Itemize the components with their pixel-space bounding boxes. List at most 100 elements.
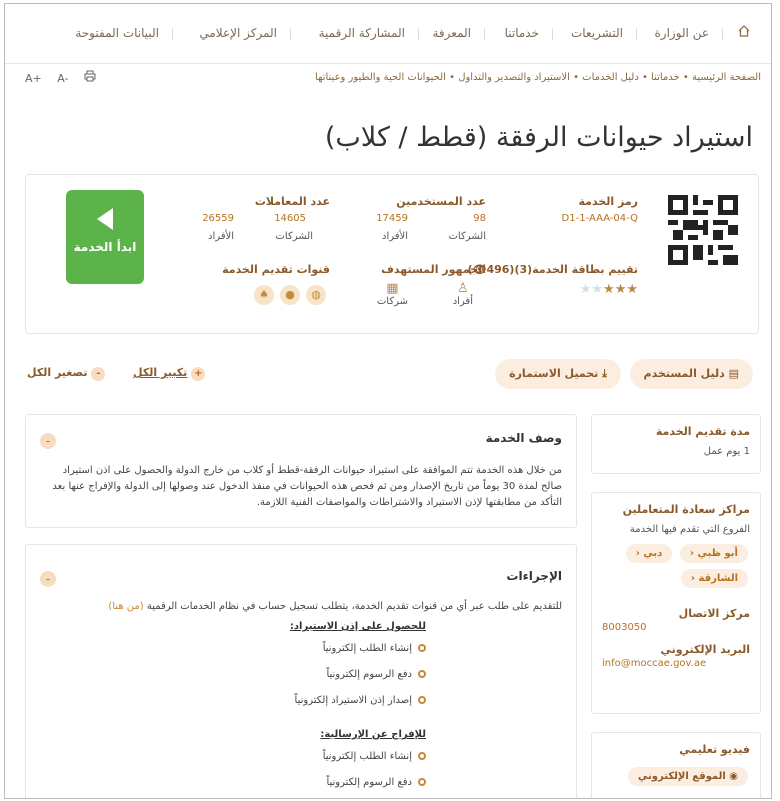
- trans-individuals-label: الأفراد: [207, 231, 234, 242]
- users-companies-label: الشركات: [448, 231, 487, 242]
- audience-companies: ▦ شركات: [376, 281, 408, 307]
- website-link[interactable]: ◉ الموقع الإلكتروني: [627, 767, 748, 786]
- breadcrumb-service-guide[interactable]: دليل الخدمات: [582, 72, 639, 83]
- rating-stars: ★★★★★: [580, 282, 638, 297]
- page-frame: عن الوزارة التشريعات خدماتنا المعرفة الم…: [4, 3, 772, 799]
- email-value[interactable]: info@moccae.gov.ae: [602, 658, 750, 669]
- procedures-title: الإجراءات: [506, 569, 562, 583]
- breadcrumb-home[interactable]: الصفحة الرئيسية: [692, 72, 761, 83]
- trans-individuals-value: 26559: [202, 213, 234, 224]
- start-service-button[interactable]: ابدأ الخدمة: [66, 190, 144, 284]
- collapse-all-button[interactable]: -تصغير الكل: [27, 366, 106, 381]
- branches-list: أبو ظبي ‹ دبي ‹ الشارقة ‹: [602, 541, 750, 591]
- channels-label: قنوات تقديم الخدمة: [222, 263, 330, 276]
- font-increase-button[interactable]: A+: [25, 72, 42, 85]
- release-heading: للإفراج عن الإرسالية:: [320, 729, 426, 740]
- text-tools: A+ A-: [25, 70, 108, 85]
- plus-icon: +: [191, 367, 206, 381]
- service-code-label: رمز الخدمة: [578, 195, 638, 208]
- globe-icon[interactable]: ◍: [306, 285, 326, 305]
- audience-individuals: ♙ أفراد: [452, 281, 473, 307]
- bullet-icon: [418, 778, 426, 786]
- video-box: فيديو تعليمي ◉ الموقع الإلكتروني: [591, 732, 761, 798]
- star-empty-icon: ★: [579, 282, 592, 297]
- nav-services[interactable]: خدماتنا: [505, 26, 539, 40]
- qr-code: [668, 195, 738, 265]
- android-icon[interactable]: ♠: [254, 285, 274, 305]
- customer-centers-box: مراكز سعادة المتعاملين الفروع التي تقدم …: [591, 492, 761, 714]
- procedures-panel: الإجراءات - للتقديم على طلب عبر أي من قن…: [25, 544, 577, 798]
- procedures-intro: للتقديم على طلب عبر أي من قنوات تقديم ال…: [108, 601, 562, 612]
- apple-icon[interactable]: ●: [280, 285, 300, 305]
- channels-list: ◍ ● ♠: [248, 285, 326, 305]
- download-form-button[interactable]: ⤓ تحميل الاستمارة: [495, 359, 621, 389]
- trans-companies-value: 14605: [274, 213, 306, 224]
- nav-legislation[interactable]: التشريعات: [571, 26, 623, 40]
- nav-media-center[interactable]: المركز الإعلامي: [199, 26, 277, 40]
- collapse-icon[interactable]: -: [40, 433, 56, 449]
- contact-center-value[interactable]: 8003050: [602, 622, 750, 633]
- list-item: إصدار إذن الاستيراد إلكترونياً: [295, 695, 426, 706]
- bullet-icon: [418, 670, 426, 678]
- nav-knowledge[interactable]: المعرفة: [432, 26, 471, 40]
- nav-open-data[interactable]: البيانات المفتوحة: [75, 26, 159, 40]
- person-icon: ♙: [457, 281, 469, 296]
- users-count-label: عدد المستخدمين: [396, 195, 486, 208]
- email-title: البريد الإلكتروني: [660, 643, 750, 656]
- star-icon: ★: [614, 282, 627, 297]
- breadcrumb: الصفحة الرئيسية • خدماتنا • دليل الخدمات…: [315, 72, 761, 83]
- breadcrumb-live-animals[interactable]: الحيوانات الحية والطيور وعيناتها: [315, 72, 446, 83]
- top-nav: عن الوزارة التشريعات خدماتنا المعرفة الم…: [5, 4, 771, 64]
- description-panel: وصف الخدمة - من خلال هذه الخدمة تتم المو…: [25, 414, 577, 528]
- service-info-card: رمز الخدمة D1-1-AAA-04-Q تقييم بطاقة الخ…: [25, 174, 759, 334]
- branch-dubai[interactable]: دبي ‹: [625, 544, 673, 563]
- duration-title: مدة تقديم الخدمة: [655, 425, 750, 438]
- breadcrumb-services[interactable]: خدماتنا: [651, 72, 680, 83]
- home-icon[interactable]: [737, 24, 751, 41]
- contact-center-title: مركز الاتصال: [678, 607, 750, 620]
- trans-companies-label: الشركات: [275, 231, 314, 242]
- list-item: دفع الرسوم إلكترونياً: [326, 669, 426, 680]
- bullet-icon: [418, 696, 426, 704]
- description-text: من خلال هذه الخدمة تتم الموافقة على استي…: [52, 465, 562, 508]
- register-link[interactable]: (من هنا): [108, 601, 143, 612]
- bullet-icon: [418, 752, 426, 760]
- nav-about[interactable]: عن الوزارة: [654, 26, 709, 40]
- play-circle-icon: ◉: [729, 771, 738, 782]
- bullet-icon: [418, 644, 426, 652]
- document-icon: ▤: [728, 367, 739, 380]
- branch-abu-dhabi[interactable]: أبو ظبي ‹: [679, 544, 748, 563]
- users-companies-value: 98: [473, 213, 486, 224]
- duration-box: مدة تقديم الخدمة 1 يوم عمل: [591, 414, 761, 474]
- star-empty-icon: ★: [591, 282, 604, 297]
- collapse-icon[interactable]: -: [40, 571, 56, 587]
- breadcrumb-import-export[interactable]: الاستيراد والتصدير والتداول: [458, 72, 570, 83]
- import-permit-heading: للحصول على إذن الاستيراد:: [289, 621, 426, 632]
- minus-icon: -: [91, 367, 106, 381]
- duration-value: 1 يوم عمل: [703, 446, 750, 457]
- star-icon: ★: [626, 282, 638, 297]
- list-item: إنشاء الطلب إلكترونياً: [323, 643, 426, 654]
- service-code-value: D1-1-AAA-04-Q: [561, 213, 638, 224]
- video-title: فيديو تعليمي: [679, 743, 750, 756]
- description-title: وصف الخدمة: [485, 431, 562, 445]
- star-icon: ★: [603, 282, 615, 297]
- centers-title: مراكز سعادة المتعاملين: [622, 503, 750, 516]
- branch-sharjah[interactable]: الشارقة ‹: [680, 569, 748, 588]
- page-title: استيراد حيوانات الرفقة (قطط / كلاب): [324, 122, 753, 153]
- building-icon: ▦: [386, 281, 399, 296]
- print-icon[interactable]: [84, 70, 96, 85]
- play-icon: [97, 208, 113, 230]
- download-icon: ⤓: [602, 367, 607, 380]
- list-item: دفع الرسوم إلكترونياً: [326, 777, 426, 788]
- user-guide-button[interactable]: ▤ دليل المستخدم: [629, 359, 753, 389]
- font-decrease-button[interactable]: A-: [57, 72, 68, 85]
- users-individuals-value: 17459: [376, 213, 408, 224]
- nav-digital-participation[interactable]: المشاركة الرقمية: [319, 26, 405, 40]
- users-individuals-label: الأفراد: [381, 231, 408, 242]
- list-item: إنشاء الطلب إلكترونياً: [323, 751, 426, 762]
- target-audience-label: الجمهور المستهدف: [381, 263, 486, 276]
- transactions-count-label: عدد المعاملات: [254, 195, 330, 208]
- expand-all-button[interactable]: +تكبير الكل: [133, 366, 206, 381]
- centers-subtitle: الفروع التي تقدم فيها الخدمة: [629, 524, 750, 535]
